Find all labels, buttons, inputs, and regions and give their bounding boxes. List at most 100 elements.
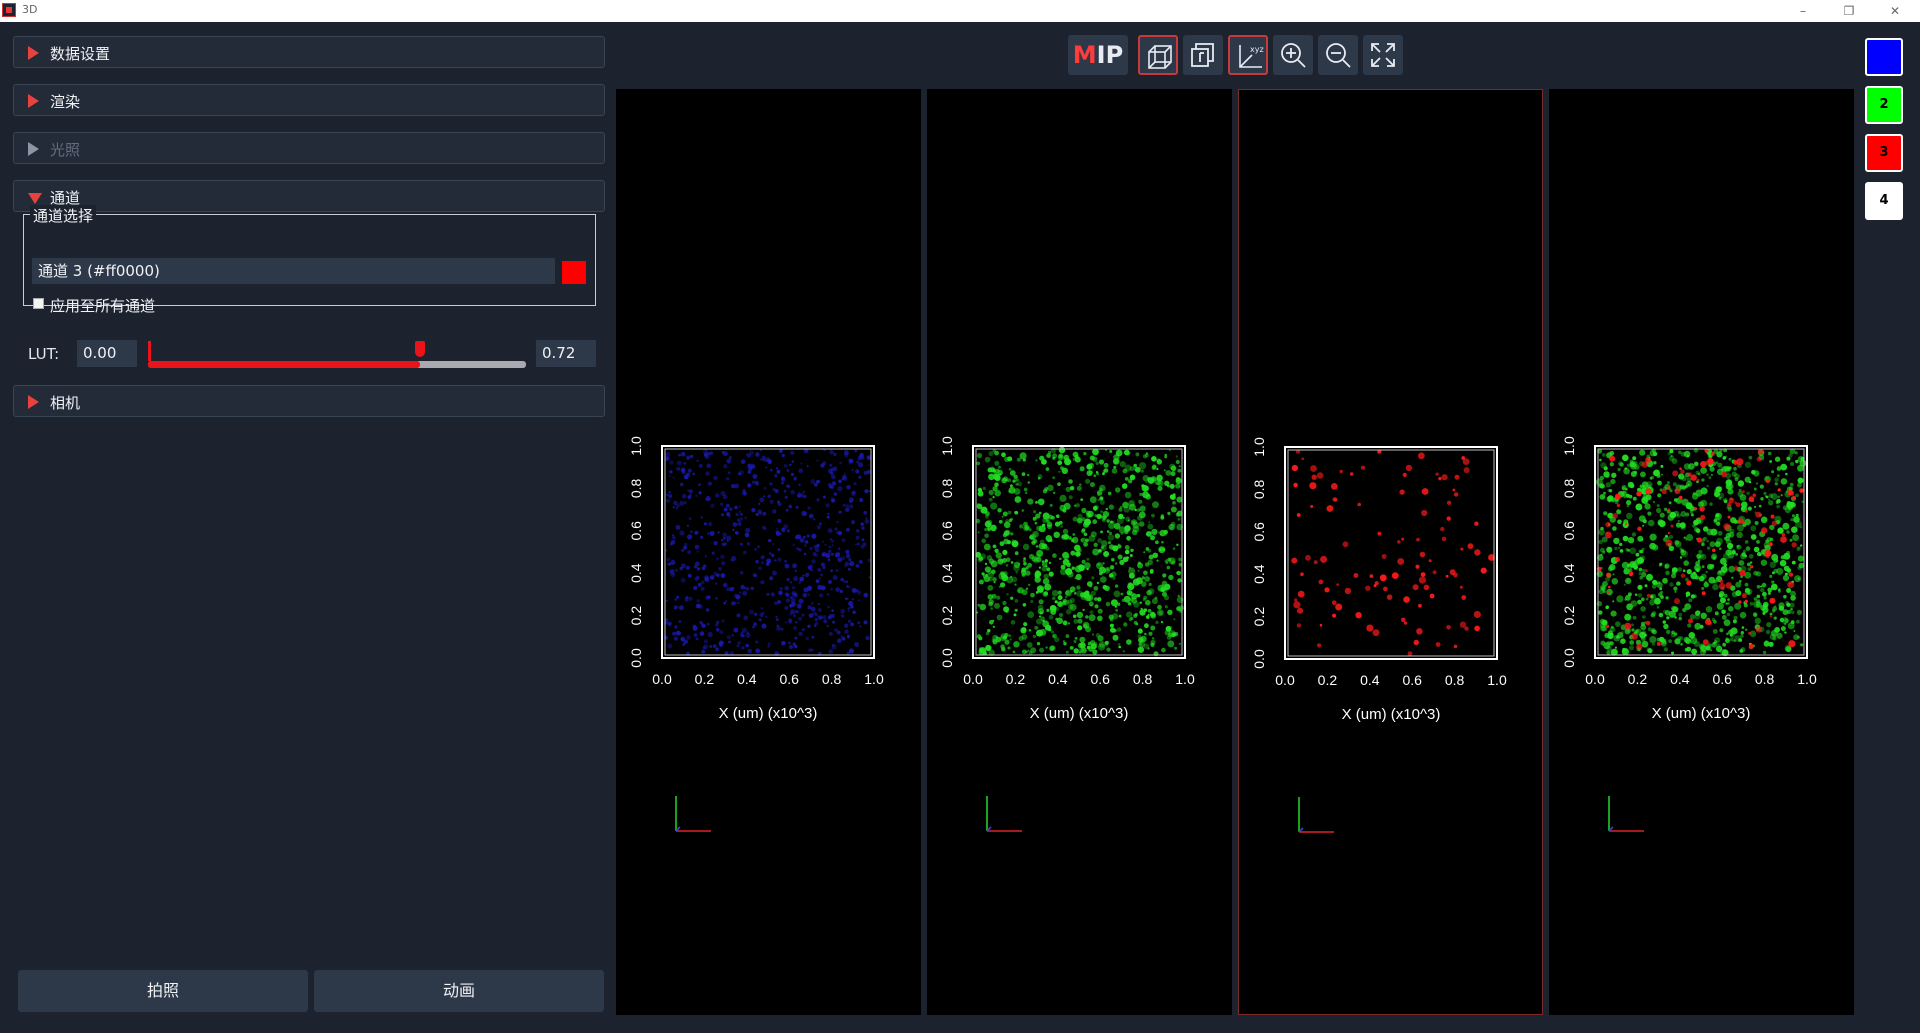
lut-max-input[interactable]: 0.72 [536, 340, 596, 367]
data-point [1094, 604, 1099, 609]
mip-button[interactable]: MIP [1068, 35, 1128, 75]
restore-button[interactable]: ❐ [1826, 0, 1872, 22]
data-point [1722, 642, 1727, 647]
channel-4-button[interactable]: 4 [1865, 182, 1903, 220]
section-data-settings[interactable]: 数据设置 [13, 36, 605, 68]
data-point [1711, 554, 1717, 560]
lut-slider-max-handle[interactable] [415, 341, 426, 357]
y-tick-label: 0.6 [939, 521, 955, 541]
section-lighting[interactable]: 光照 [13, 132, 605, 164]
data-point [836, 520, 839, 524]
data-point [1054, 636, 1060, 643]
data-point [1782, 609, 1789, 615]
data-point [1771, 609, 1776, 613]
data-point [1097, 608, 1103, 614]
data-point [803, 587, 809, 593]
data-point [715, 620, 720, 624]
y-tick-label: 1.0 [1251, 437, 1267, 457]
data-point [1771, 470, 1775, 474]
data-point [1175, 476, 1181, 482]
data-point [794, 569, 797, 572]
data-point [1789, 482, 1794, 487]
data-point [1720, 566, 1728, 573]
data-point [1474, 521, 1479, 526]
data-point [776, 618, 779, 621]
data-point [1014, 583, 1017, 586]
channel-3-button[interactable]: 3 [1865, 134, 1903, 172]
section-render[interactable]: 渲染 [13, 84, 605, 116]
data-point [1740, 631, 1744, 635]
data-point [1049, 503, 1053, 507]
axes-xyz-button[interactable]: xyz [1228, 35, 1268, 75]
data-point [1177, 517, 1181, 521]
data-point [1172, 547, 1176, 550]
data-point [737, 518, 742, 523]
viewport-channel-2[interactable]: 0.0 0.0 0.2 0.2 0.4 0.4 0.6 0.6 0.8 0.8 1.0 1.0 X (u… [927, 89, 1232, 1015]
close-button[interactable]: ✕ [1872, 0, 1918, 22]
snapshot-button[interactable]: 拍照 [18, 970, 308, 1012]
data-point [1753, 546, 1760, 553]
data-point [1606, 645, 1612, 652]
data-point [855, 543, 858, 546]
data-point [760, 458, 763, 461]
channel-dropdown[interactable]: 通道 3 (#ff0000) [32, 258, 555, 284]
data-point [1789, 538, 1793, 542]
lut-slider[interactable] [148, 361, 526, 368]
box-3d-button[interactable] [1138, 35, 1178, 75]
data-point [688, 517, 692, 521]
data-point [838, 547, 840, 550]
data-point [729, 507, 733, 511]
data-point [1646, 647, 1652, 653]
collapse-arrow-icon [28, 193, 42, 204]
data-point [1745, 546, 1751, 551]
data-point [1016, 457, 1021, 462]
data-point [1010, 620, 1016, 625]
data-point [747, 483, 752, 488]
data-point [823, 619, 828, 624]
data-point [776, 626, 781, 631]
y-tick-label: 0.4 [1561, 563, 1577, 583]
data-point [1749, 601, 1754, 606]
data-point [1046, 519, 1050, 523]
data-point [1144, 453, 1149, 458]
data-point [1101, 546, 1105, 549]
data-point [1070, 550, 1076, 556]
section-camera[interactable]: 相机 [13, 385, 605, 417]
data-point [1787, 581, 1795, 589]
data-point [1163, 469, 1166, 472]
lut-min-input[interactable]: 0.00 [77, 340, 137, 367]
animation-button[interactable]: 动画 [314, 970, 604, 1012]
channel-2-button[interactable]: 2 [1865, 86, 1903, 124]
viewport-channel-3[interactable]: 0.0 0.0 0.2 0.2 0.4 0.4 0.6 0.6 0.8 0.8 1.0 1.0 X (u… [1238, 89, 1543, 1015]
viewport-channel-1[interactable]: 0.0 0.0 0.2 0.2 0.4 0.4 0.6 0.6 0.8 0.8 1.0 1.0 X (u… [616, 89, 921, 1015]
data-point [1739, 569, 1746, 577]
data-point [755, 574, 758, 577]
channel-1-button[interactable]: 1 [1865, 38, 1903, 76]
fit-view-button[interactable] [1363, 35, 1403, 75]
data-point [715, 647, 720, 652]
apply-all-checkbox[interactable] [33, 298, 44, 309]
data-point [1461, 595, 1467, 600]
minimize-button[interactable]: – [1780, 0, 1826, 22]
data-point [673, 605, 678, 610]
data-point [976, 461, 981, 466]
zoom-out-button[interactable] [1318, 35, 1358, 75]
channel-color-swatch[interactable] [562, 261, 586, 284]
data-point [672, 476, 675, 479]
lut-slider-min-handle[interactable] [148, 341, 151, 361]
data-point [1123, 506, 1130, 513]
clip-box-button[interactable] [1183, 35, 1223, 75]
data-point [1147, 559, 1153, 565]
volume-render: 0.00.00.20.20.40.40.60.60.80.81.01.0X (u… [939, 436, 1195, 832]
y-tick-label: 0.2 [939, 606, 955, 626]
data-point [785, 592, 790, 597]
data-point [1377, 531, 1382, 536]
viewport-channel-4[interactable]: 0.0 0.0 0.2 0.2 0.4 0.4 0.6 0.6 0.8 0.8 1.0 1.0 X (u… [1549, 89, 1854, 1015]
data-point [713, 571, 718, 577]
data-point [1629, 561, 1637, 568]
data-point [1127, 583, 1135, 591]
data-point [1678, 612, 1683, 617]
data-point [1148, 631, 1153, 636]
zoom-in-button[interactable] [1273, 35, 1313, 75]
section-channel[interactable]: 通道 [13, 180, 605, 212]
